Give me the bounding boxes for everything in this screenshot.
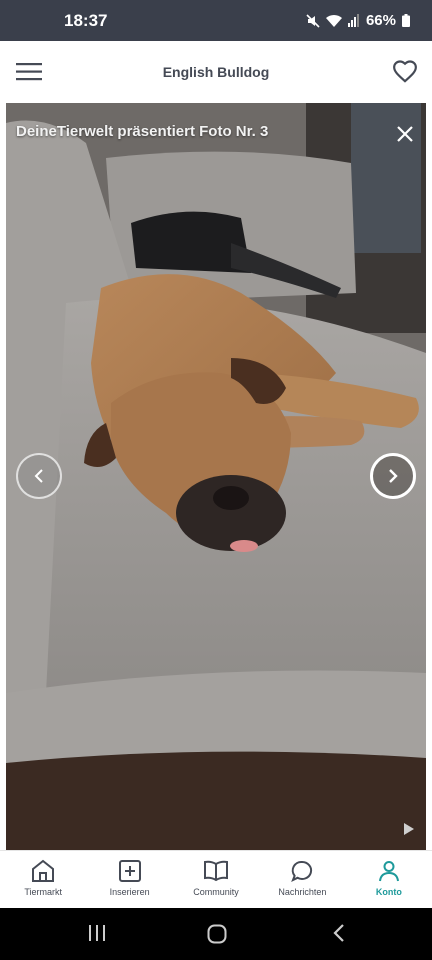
battery-icon — [402, 14, 410, 27]
heart-icon[interactable] — [392, 59, 418, 85]
close-icon[interactable] — [394, 123, 416, 145]
status-time: 18:37 — [64, 11, 108, 30]
dog-photo — [6, 103, 426, 850]
nav-item-tiermarkt[interactable]: Tiermarkt — [0, 851, 86, 909]
chevron-left-icon — [34, 469, 43, 483]
nav-label-community: Community — [193, 887, 239, 897]
page-title: English Bulldog — [162, 64, 270, 80]
home-button-icon[interactable] — [207, 924, 227, 949]
app-bar: English Bulldog — [0, 41, 432, 103]
user-icon — [378, 861, 399, 882]
plus-square-icon — [118, 860, 141, 882]
play-icon — [404, 822, 414, 835]
next-photo-button[interactable] — [370, 453, 416, 499]
wifi-icon — [325, 14, 342, 28]
nav-item-konto[interactable]: Konto — [346, 851, 432, 909]
battery-percentage: 66% — [365, 12, 396, 29]
bottom-navigation: Tiermarkt Inserieren Community Nachricht… — [0, 850, 432, 909]
chevron-right-icon — [389, 469, 398, 483]
back-icon[interactable] — [332, 924, 346, 947]
nav-item-community[interactable]: Community — [173, 851, 259, 909]
mute-icon — [306, 13, 320, 28]
signal-icon — [347, 14, 360, 27]
nav-label-inserieren: Inserieren — [109, 887, 150, 897]
recent-apps-icon[interactable] — [88, 924, 106, 947]
book-icon — [204, 860, 229, 882]
system-navigation-bar — [0, 908, 432, 960]
nav-item-inserieren[interactable]: Inserieren — [86, 851, 172, 909]
home-icon — [32, 859, 55, 882]
status-bar: 18:37 66% — [0, 0, 432, 41]
nav-label-konto: Konto — [375, 887, 402, 897]
nav-label-tiermarkt: Tiermarkt — [24, 887, 63, 897]
nav-item-nachrichten[interactable]: Nachrichten — [259, 851, 345, 909]
status-icons: 66% — [306, 12, 410, 29]
photo-viewer[interactable]: DeineTierwelt präsentiert Foto Nr. 3 — [6, 103, 426, 850]
chat-bubble-icon — [291, 860, 313, 883]
photo-caption: DeineTierwelt präsentiert Foto Nr. 3 — [16, 123, 269, 140]
nav-label-nachrichten: Nachrichten — [278, 887, 327, 897]
previous-photo-button[interactable] — [16, 453, 62, 499]
